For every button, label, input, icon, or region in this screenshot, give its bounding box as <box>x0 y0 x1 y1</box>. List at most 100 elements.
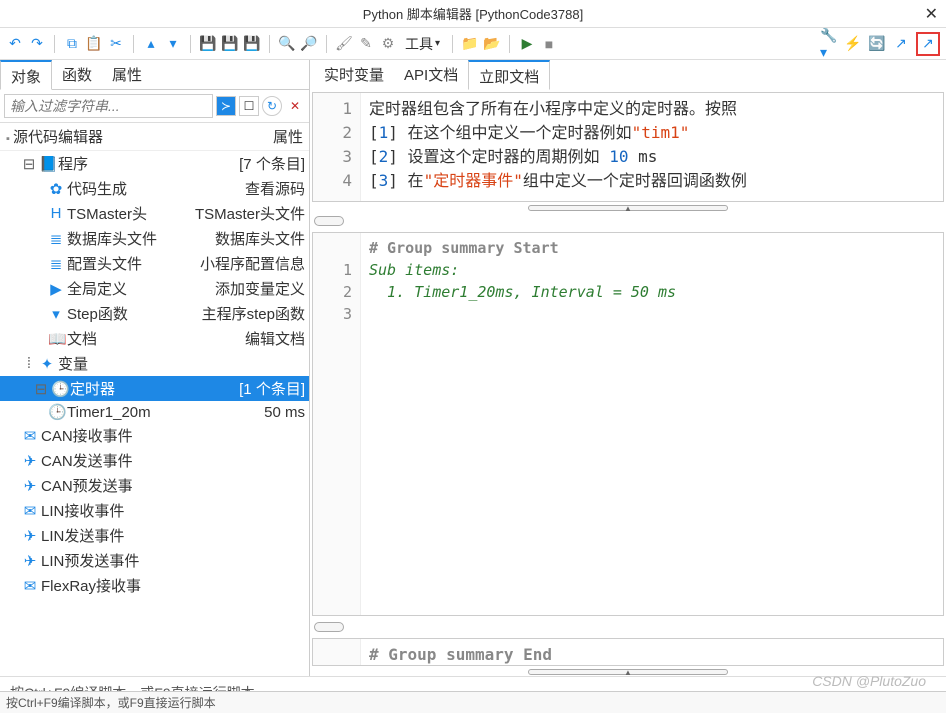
close-icon[interactable]: ✕ <box>925 4 938 24</box>
watermark: CSDN @PlutoZuo <box>812 673 926 689</box>
tab-对象[interactable]: 对象 <box>0 60 52 90</box>
stop-icon[interactable]: ■ <box>540 35 558 53</box>
refresh-icon[interactable]: 🔄 <box>868 35 886 53</box>
tree[interactable]: ⊟📘程序[7 个条目]✿代码生成查看源码HTSMaster头TSMaster头文… <box>0 151 309 676</box>
wrench-icon[interactable]: 🔧▾ <box>820 35 838 53</box>
gear-icon[interactable]: ⚙ <box>379 35 397 53</box>
tree-value: 50 ms <box>185 404 305 421</box>
run-icon[interactable]: ▶ <box>518 35 536 53</box>
tree-icon: ✉ <box>22 502 38 520</box>
redo-icon[interactable]: ↷ <box>28 35 46 53</box>
bolt-icon[interactable]: ⚡ <box>844 35 862 53</box>
line-number: 4 <box>313 169 352 193</box>
code-line[interactable]: [3] 在"定时器事件"组中定义一个定时器回调函数例 <box>369 169 935 193</box>
summary-editor[interactable]: 123# Group summary StartSub items: 1. Ti… <box>312 232 944 616</box>
copy-icon[interactable]: ⧉ <box>63 35 81 53</box>
save-icon[interactable]: 💾 <box>199 35 217 53</box>
filter-close-icon[interactable]: ✕ <box>285 96 305 116</box>
tree-value: 添加变量定义 <box>185 278 305 299</box>
tree-row-Timer1_20m[interactable]: 🕒Timer1_20m50 ms <box>0 401 309 423</box>
code-line[interactable]: [2] 设置这个定时器的周期例如 10 ms <box>369 145 935 169</box>
tree-row-定时器[interactable]: ⊟🕒定时器[1 个条目] <box>0 376 309 401</box>
tree-row-CAN预发送事[interactable]: ✈CAN预发送事 <box>0 473 309 498</box>
main-toolbar: ↶ ↷ ⧉ 📋 ✂ ▴ ▾ 💾 💾 💾 🔍 🔎 🖌 ✎ ⚙ 工具▾ 📁 📂 ▶ … <box>0 28 946 60</box>
code-line[interactable] <box>369 303 935 325</box>
tree-row-LIN预发送事件[interactable]: ✈LIN预发送事件 <box>0 548 309 573</box>
line-number: 3 <box>313 145 352 169</box>
undo-icon[interactable]: ↶ <box>6 35 24 53</box>
tree-icon: ▶ <box>48 280 64 298</box>
tools-dropdown[interactable]: 工具▾ <box>401 32 444 56</box>
tree-row-配置头文件[interactable]: ≣配置头文件小程序配置信息 <box>0 251 309 276</box>
line-number: 1 <box>313 259 352 281</box>
filter-input[interactable] <box>4 94 213 118</box>
export2-icon[interactable]: ↗ <box>919 35 937 53</box>
export1-icon[interactable]: ↗ <box>892 35 910 53</box>
brush-icon[interactable]: 🖌 <box>335 35 353 53</box>
code-line[interactable]: 1. Timer1_20ms, Interval = 50 ms <box>369 281 935 303</box>
tab-API文档[interactable]: API文档 <box>394 60 468 90</box>
main-area: 对象函数属性 ≻ ☐ ↻ ✕ ▪ 源代码编辑器 属性 ⊟📘程序[7 个条目]✿代… <box>0 60 946 676</box>
split-bar-1[interactable]: ▲ <box>310 204 946 212</box>
code-area[interactable]: 定时器组包含了所有在小程序中定义的定时器。按照[1] 在这个组中定义一个定时器例… <box>361 93 943 201</box>
filter-clear-icon[interactable]: ☐ <box>239 96 259 116</box>
tree-icon: ✉ <box>22 577 38 595</box>
edit-icon[interactable]: ✎ <box>357 35 375 53</box>
separator <box>54 35 55 53</box>
gutter <box>313 639 361 665</box>
separator <box>452 35 453 53</box>
tree-value: TSMaster头文件 <box>185 203 305 224</box>
replace-icon[interactable]: 🔎 <box>300 35 318 53</box>
tab-属性[interactable]: 属性 <box>102 60 152 89</box>
tree-row-程序[interactable]: ⊟📘程序[7 个条目] <box>0 151 309 176</box>
tree-row-LIN发送事件[interactable]: ✈LIN发送事件 <box>0 523 309 548</box>
filter-row: ≻ ☐ ↻ ✕ <box>0 90 309 123</box>
tree-row-数据库头文件[interactable]: ≣数据库头文件数据库头文件 <box>0 226 309 251</box>
code-line[interactable]: [1] 在这个组中定义一个定时器例如"tim1" <box>369 121 935 145</box>
tab-函数[interactable]: 函数 <box>52 60 102 89</box>
tree-icon: ✉ <box>22 427 38 445</box>
folder-icon[interactable]: 📁 <box>461 35 479 53</box>
tree-icon: ✦ <box>39 355 55 373</box>
up-icon[interactable]: ▴ <box>142 35 160 53</box>
tree-label: LIN发送事件 <box>41 525 124 546</box>
tree-label: 配置头文件 <box>67 253 142 274</box>
window-title: Python 脚本编辑器 [PythonCode3788] <box>363 4 583 23</box>
expand-icon[interactable]: ⊟ <box>22 155 36 173</box>
saveall-icon[interactable]: 💾 <box>221 35 239 53</box>
summary-start-line: # Group summary Start <box>369 237 935 259</box>
doc-editor[interactable]: 1234 定时器组包含了所有在小程序中定义的定时器。按照[1] 在这个组中定义一… <box>312 92 944 202</box>
code-area[interactable]: # Group summary StartSub items: 1. Timer… <box>361 233 943 615</box>
separator <box>326 35 327 53</box>
tree-row-全局定义[interactable]: ▶全局定义添加变量定义 <box>0 276 309 301</box>
paste-icon[interactable]: 📋 <box>85 35 103 53</box>
collapse-pill-2[interactable] <box>314 622 344 632</box>
expand-icon[interactable]: ⁞ <box>22 355 36 372</box>
separator <box>269 35 270 53</box>
separator <box>133 35 134 53</box>
line-number: 2 <box>313 121 352 145</box>
down-icon[interactable]: ▾ <box>164 35 182 53</box>
cut-icon[interactable]: ✂ <box>107 35 125 53</box>
tab-立即文档[interactable]: 立即文档 <box>468 60 550 90</box>
tree-row-CAN接收事件[interactable]: ✉CAN接收事件 <box>0 423 309 448</box>
code-line[interactable]: Sub items: <box>369 259 935 281</box>
search-icon[interactable]: 🔍 <box>278 35 296 53</box>
tree-row-FlexRay接收事[interactable]: ✉FlexRay接收事 <box>0 573 309 598</box>
saveas-icon[interactable]: 💾 <box>243 35 261 53</box>
collapse-pill-1[interactable] <box>314 216 344 226</box>
tree-row-LIN接收事件[interactable]: ✉LIN接收事件 <box>0 498 309 523</box>
open-icon[interactable]: 📂 <box>483 35 501 53</box>
filter-ps-icon[interactable]: ≻ <box>216 96 236 116</box>
code-line[interactable]: 定时器组包含了所有在小程序中定义的定时器。按照 <box>369 97 935 121</box>
tree-row-Step函数[interactable]: ▾Step函数主程序step函数 <box>0 301 309 326</box>
tree-row-TSMaster头[interactable]: HTSMaster头TSMaster头文件 <box>0 201 309 226</box>
tree-value: 查看源码 <box>185 178 305 199</box>
tree-row-变量[interactable]: ⁞✦变量 <box>0 351 309 376</box>
tree-row-代码生成[interactable]: ✿代码生成查看源码 <box>0 176 309 201</box>
tab-实时变量[interactable]: 实时变量 <box>314 60 394 90</box>
filter-refresh-icon[interactable]: ↻ <box>262 96 282 116</box>
expand-icon[interactable]: ⊟ <box>34 380 48 398</box>
tree-row-文档[interactable]: 📖文档编辑文档 <box>0 326 309 351</box>
tree-row-CAN发送事件[interactable]: ✈CAN发送事件 <box>0 448 309 473</box>
